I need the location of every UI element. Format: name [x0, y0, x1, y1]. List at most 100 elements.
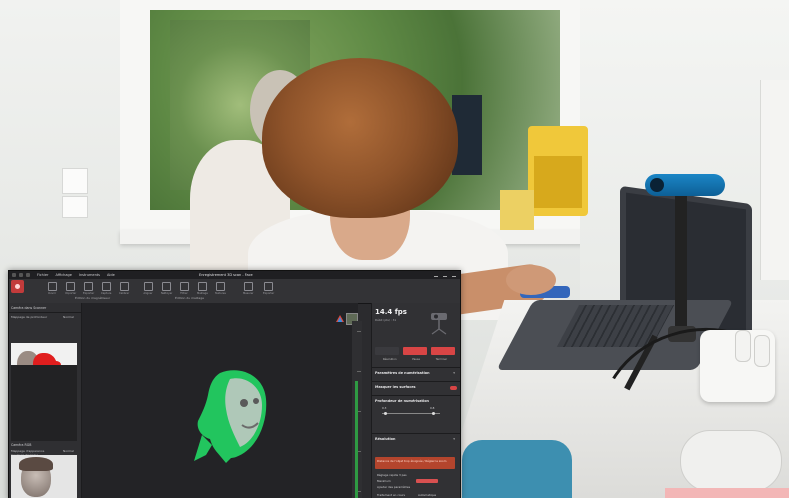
quick-access-icon[interactable] — [19, 273, 23, 277]
yellow-container — [500, 190, 534, 230]
pause-button[interactable] — [403, 347, 427, 355]
depth-mapping-label: Mappage de profondeur — [11, 315, 48, 319]
ribbon-toolbar: Ouvrir Importer Exporter Capture Calibre… — [9, 279, 460, 304]
window-controls — [434, 273, 456, 277]
divider — [372, 367, 460, 368]
warning-text: Distance de l'objet trop éloignée / Régl… — [377, 459, 447, 463]
settings-row: Traitement en cours — [377, 493, 405, 497]
resolution-section[interactable]: Résolution — [375, 437, 395, 441]
divider — [9, 312, 81, 313]
auto-select[interactable]: Automatique — [418, 493, 436, 497]
device-knob — [754, 335, 770, 367]
3d-viewport[interactable] — [82, 303, 358, 498]
tool-icon — [101, 282, 111, 291]
mask-surfaces-toggle[interactable] — [450, 386, 457, 390]
slider-min-label: 0.3 — [382, 406, 387, 410]
face-point-cloud — [194, 370, 267, 463]
ribbon-tool[interactable]: Textures — [215, 282, 226, 298]
tool-label: Exporter — [263, 292, 275, 295]
tool-icon — [65, 282, 75, 291]
light-switch — [62, 196, 88, 218]
settings-row: Réglage rapide 3 pas — [377, 473, 407, 477]
ribbon-tool[interactable]: Importer — [65, 282, 76, 298]
tool-icon — [243, 282, 253, 291]
menu-item[interactable]: Instruments — [79, 273, 100, 277]
ribbon-tool[interactable]: Aligner — [143, 282, 153, 298]
minimize-button[interactable] — [434, 273, 438, 277]
pause-label: Pause — [412, 358, 420, 361]
quick-access-icon[interactable] — [26, 273, 30, 277]
chevron-down-icon[interactable]: ▾ — [453, 437, 455, 441]
ribbon-tool[interactable]: Ouvrir — [47, 282, 57, 298]
left-panel: Caméra dans Scanner Mappage de profondeu… — [9, 303, 82, 498]
foreground-blue-shirt — [462, 440, 572, 498]
tool-icon — [161, 282, 171, 291]
scan-settings-section[interactable]: Paramètres de numérisation — [375, 371, 430, 375]
rgb-preview — [11, 455, 77, 498]
close-button[interactable] — [452, 273, 456, 277]
tool-label: Mesurer — [243, 292, 254, 295]
tool-label: Calibrer — [119, 292, 130, 295]
menu-item[interactable]: Aide — [107, 273, 115, 277]
divider — [372, 433, 460, 434]
slider-min-handle[interactable] — [384, 412, 387, 415]
settings-row: Maximum — [377, 479, 391, 483]
tool-label: Ouvrir — [47, 292, 57, 295]
camera-icon — [431, 313, 447, 335]
tool-icon — [83, 282, 93, 291]
tool-icon — [197, 282, 207, 291]
tool-label: Textures — [215, 292, 226, 295]
photo-scene: Fichier Affichage Instruments Aide Enreg… — [0, 0, 789, 498]
color-mode-icon[interactable] — [336, 315, 344, 322]
appearance-mapping-select[interactable]: Normal — [63, 449, 74, 453]
tool-icon — [47, 282, 57, 291]
yellow-bin-label — [534, 156, 582, 208]
ribbon-tool[interactable]: Exporter — [263, 282, 275, 298]
scanner-app-window: Fichier Affichage Instruments Aide Enreg… — [8, 270, 461, 498]
resolution-label: Résolution — [382, 358, 397, 361]
light-switch — [62, 168, 88, 194]
section-title: Caméra dans Scanner — [11, 306, 47, 310]
device-knob — [735, 330, 751, 362]
depth-mapping-select[interactable]: Normal — [63, 315, 74, 319]
preview-empty — [11, 365, 77, 441]
person-curly-hair — [262, 58, 458, 218]
tool-label: Aligner — [143, 292, 153, 295]
right-panel: 14.4 fps Débit (pts) : 31 Résolution Pau… — [371, 303, 460, 498]
resolution-button[interactable] — [375, 347, 399, 355]
ribbon-tool[interactable]: Mesurer — [243, 282, 254, 298]
ribbon-group-label: Édition du magnétiseur — [75, 296, 111, 300]
app-icon — [12, 273, 16, 277]
finish-label: Terminer — [435, 358, 448, 361]
tool-icon — [119, 282, 129, 291]
fps-readout: 14.4 fps — [375, 308, 407, 316]
chevron-down-icon[interactable]: ▾ — [453, 371, 455, 375]
tool-label: Nettoyer — [161, 292, 173, 295]
depth-range-indicator — [355, 381, 358, 498]
tool-label: Capture — [101, 292, 112, 295]
capture-buttons — [375, 347, 455, 357]
mode-chip[interactable] — [416, 479, 438, 483]
ribbon-tool[interactable]: Nettoyer — [161, 282, 173, 298]
menu-item[interactable]: Affichage — [55, 273, 71, 277]
slider-max-handle[interactable] — [432, 412, 435, 415]
section-title: Caméra RGB — [11, 443, 32, 447]
scale-tick — [357, 371, 361, 372]
fps-subtext: Débit (pts) : 31 — [375, 318, 397, 322]
tool-icon — [263, 282, 273, 291]
settings-row: Ajouter des paramètres — [377, 485, 411, 489]
scan-depth-section[interactable]: Profondeur de numérisation — [375, 399, 429, 403]
title-bar: Fichier Affichage Instruments Aide Enreg… — [9, 271, 460, 279]
maximize-button[interactable] — [443, 273, 447, 277]
mask-surfaces-section[interactable]: Masquer les surfaces — [375, 385, 416, 389]
menu-item[interactable]: Fichier — [37, 273, 48, 277]
divider — [372, 395, 460, 396]
ribbon-tool[interactable]: Calibrer — [119, 282, 129, 298]
person-hand — [506, 265, 556, 295]
divider — [372, 381, 460, 382]
tool-label: Exporter — [83, 292, 95, 295]
scale-tick — [357, 331, 361, 332]
tool-icon — [179, 282, 189, 291]
finish-button[interactable] — [431, 347, 455, 355]
ribbon-group-label: Édition du maillage — [175, 296, 204, 300]
